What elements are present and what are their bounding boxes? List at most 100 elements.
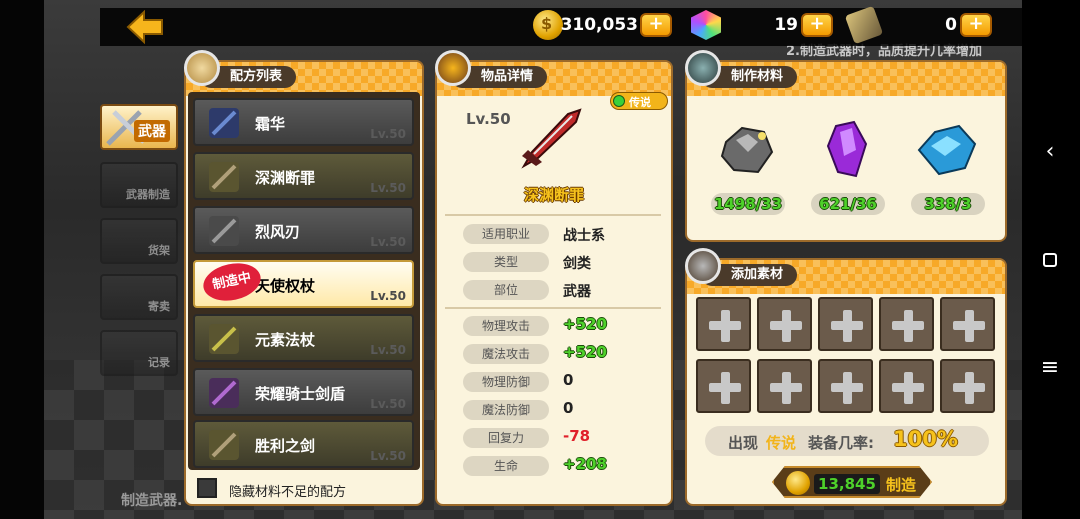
recipe-level: Lv.50 [370, 449, 406, 463]
tab-shelf[interactable]: 货架 [100, 218, 178, 264]
craft-button[interactable]: 13,845 制造 [772, 466, 932, 498]
back-button[interactable] [126, 9, 166, 45]
chance-middle: 装备几率: [808, 434, 874, 452]
stat-label: 生命 [463, 456, 549, 476]
blade-icon [209, 216, 239, 246]
recipe-name: 天使权杖 [255, 277, 316, 295]
material-slot[interactable] [696, 359, 751, 413]
cost-coin-icon [786, 471, 810, 495]
material-count: 1498/33 [711, 193, 785, 215]
tab-shelf-label: 货架 [148, 244, 170, 257]
nav-home-icon[interactable] [1038, 248, 1062, 272]
ore-badge-icon [685, 50, 721, 86]
stat-value: -78 [563, 427, 591, 445]
iron-ore-icon [720, 126, 774, 174]
hide-insufficient-checkbox[interactable] [197, 478, 217, 498]
game-screen: 2.制造武器时，品质提升几率增加 制造武器. $ 310,053 + 19 + … [0, 0, 1080, 519]
recipe-item[interactable]: 元素法杖 Lv.50 [193, 314, 414, 362]
type-label: 类型 [463, 252, 549, 272]
item-bag-icon [435, 50, 471, 86]
material-slot[interactable] [757, 297, 812, 351]
stat-label: 物理防御 [463, 372, 549, 392]
material-count: 338/3 [911, 193, 985, 215]
item-divider [445, 214, 661, 216]
item-level: Lv.50 [466, 110, 511, 128]
chance-prefix: 出现 [728, 434, 759, 452]
tab-weapon[interactable]: 武器 [100, 104, 178, 150]
material-count: 621/36 [811, 193, 885, 215]
recipe-name: 烈风刃 [255, 223, 301, 241]
recipe-item[interactable]: 霜华 Lv.50 [193, 98, 414, 146]
sword-icon [209, 162, 239, 192]
material-slot[interactable] [818, 359, 873, 413]
stat-value: 0 [563, 371, 574, 389]
add-gold-button[interactable]: + [640, 13, 672, 37]
sword-icon [209, 430, 239, 460]
recipe-name: 深渊断罪 [255, 169, 316, 187]
ticket-amount: 0 [945, 15, 957, 35]
add-ticket-button[interactable]: + [960, 13, 992, 37]
item-name: 深渊断罪 [524, 186, 585, 204]
stat-label: 魔法防御 [463, 400, 549, 420]
stat-label: 回复力 [463, 428, 549, 448]
chance-value: 100% [893, 427, 958, 451]
left-edge [0, 0, 44, 519]
recipe-level: Lv.50 [370, 127, 406, 141]
tab-weapon-craft-label: 武器制造 [126, 188, 170, 201]
abyss-sword-icon [521, 108, 582, 169]
scroll-icon [184, 50, 220, 86]
recipe-item[interactable]: 烈风刃 Lv.50 [193, 206, 414, 254]
stat-label: 魔法攻击 [463, 344, 549, 364]
material-slot[interactable] [940, 297, 995, 351]
rarity-badge: 传说 [610, 92, 668, 110]
recipe-item[interactable]: 胜利之剑 Lv.50 [193, 420, 414, 468]
tab-weapon-label: 武器 [134, 120, 170, 142]
tab-record-label: 记录 [148, 356, 170, 369]
craft-cost: 13,845 [814, 474, 880, 494]
sword-shield-icon [209, 378, 239, 408]
recipe-level: Lv.50 [370, 181, 406, 195]
purple-crystal-icon [826, 120, 868, 178]
staff-icon [209, 324, 239, 354]
background-hint-bottom: 制造武器. [121, 493, 183, 509]
tab-consign[interactable]: 寄卖 [100, 274, 178, 320]
type-value: 剑类 [563, 256, 591, 272]
stat-value: +208 [563, 455, 607, 473]
recipe-name: 霜华 [255, 115, 286, 133]
job-value: 战士系 [563, 228, 605, 244]
stat-value: +520 [563, 343, 607, 361]
chance-quality: 传说 [766, 434, 797, 452]
recipe-level: Lv.50 [370, 343, 406, 357]
hide-insufficient-label: 隐藏材料不足的配方 [229, 485, 347, 500]
slot-value: 武器 [563, 284, 591, 300]
rarity-label: 传说 [629, 96, 651, 109]
recipe-item[interactable]: 深渊断罪 Lv.50 [193, 152, 414, 200]
nav-menu-icon[interactable]: ≡ [1038, 356, 1062, 380]
stats-divider [445, 307, 661, 309]
material-slot[interactable] [940, 359, 995, 413]
blue-crystal-icon [917, 124, 977, 176]
material-slot[interactable] [879, 297, 934, 351]
material-slot[interactable] [818, 297, 873, 351]
material-slot[interactable] [696, 297, 751, 351]
gem-amount: 19 [774, 15, 798, 35]
tab-record[interactable]: 记录 [100, 330, 178, 376]
recipe-level: Lv.50 [370, 235, 406, 249]
hammer-icon [685, 248, 721, 284]
recipe-item[interactable]: 荣耀骑士剑盾 Lv.50 [193, 368, 414, 416]
recipe-level: Lv.50 [370, 289, 406, 303]
sword-icon [209, 108, 239, 138]
job-label: 适用职业 [463, 224, 549, 244]
nav-back-icon[interactable]: ‹ [1038, 140, 1062, 164]
recipe-name: 元素法杖 [255, 331, 316, 349]
material-slot[interactable] [879, 359, 934, 413]
material-slot[interactable] [757, 359, 812, 413]
recipe-name: 荣耀骑士剑盾 [255, 385, 346, 403]
gold-amount: 310,053 [560, 15, 638, 35]
slot-label: 部位 [463, 280, 549, 300]
add-gem-button[interactable]: + [801, 13, 833, 37]
recipe-level: Lv.50 [370, 397, 406, 411]
tab-weapon-craft[interactable]: 武器制造 [100, 162, 178, 208]
stat-value: 0 [563, 399, 574, 417]
stat-value: +520 [563, 315, 607, 333]
